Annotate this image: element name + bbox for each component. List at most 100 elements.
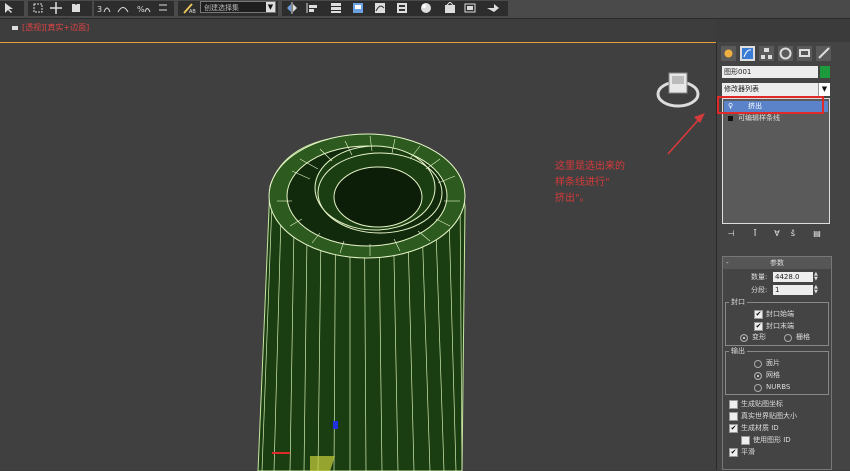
modifier-stack: ♀ 挤出 可编辑样条线 [722, 98, 830, 224]
main-toolbar: 3 % ABC 创建选择集 ▼ [0, 0, 850, 19]
create-icon[interactable] [721, 46, 736, 61]
stack-item-label: 可编辑样条线 [738, 114, 780, 122]
inner-tube-hole [333, 166, 423, 228]
patch-label: 面片 [766, 359, 780, 367]
segments-value: 1 [775, 286, 780, 294]
pin-stack-icon[interactable]: ⊣ [725, 228, 737, 239]
gen-mat-ids-label: 生成材质 ID [741, 424, 779, 432]
scene-canvas [257, 113, 705, 471]
morph-radio[interactable] [740, 334, 748, 342]
hierarchy-icon[interactable] [759, 46, 774, 61]
show-end-result-icon[interactable]: Ī [749, 228, 761, 239]
mesh-radio[interactable] [754, 372, 762, 380]
modifier-list-dropdown[interactable]: 修改器列表 ▼ [722, 83, 830, 96]
cap-start-label: 封口始端 [766, 310, 794, 318]
gen-mapping-label: 生成贴图坐标 [741, 400, 783, 408]
object-name-field[interactable]: 图形001 [722, 66, 818, 78]
render-setup-icon[interactable] [444, 2, 457, 14]
annotation-arrowhead [694, 113, 705, 123]
stack-item-editable-spline[interactable]: 可编辑样条线 [724, 113, 828, 124]
rollout-header[interactable]: - 参数 [723, 257, 831, 269]
stack-buttons: ⊣ Ī ∀ ŝ ▤ [723, 228, 833, 240]
grid-radio[interactable] [784, 334, 792, 342]
command-panel: 图形001 修改器列表 ▼ ♀ 挤出 可编辑样条线 ⊣ Ī ∀ ŝ ▤ - 参数… [716, 42, 850, 470]
grid-label: 栅格 [796, 333, 810, 341]
align-icon[interactable] [306, 2, 319, 14]
viewport-label[interactable]: [透视][真实+边面] [12, 22, 89, 33]
mirror-icon[interactable] [286, 2, 299, 14]
morph-label: 变形 [752, 333, 766, 341]
rollout-title: 参数 [770, 259, 784, 267]
make-unique-icon[interactable]: ∀ [771, 228, 783, 239]
amount-spinner[interactable]: 4428.0 ▲ ▼ [773, 272, 818, 282]
smooth-label: 平滑 [741, 448, 755, 456]
chevron-down-icon: ▼ [266, 2, 275, 12]
svg-text:3: 3 [97, 5, 102, 14]
segments-label: 分段: [751, 286, 768, 294]
segments-spinner[interactable]: 1 ▲ ▼ [773, 285, 818, 295]
capping-title: 封口 [729, 297, 747, 307]
nurbs-label: NURBS [766, 383, 791, 391]
svg-text:%: % [137, 5, 145, 14]
spinner-arrows-icon[interactable]: ▲ ▼ [814, 272, 820, 282]
collapse-icon: - [726, 259, 729, 267]
angle-snap-icon[interactable] [117, 2, 130, 14]
chevron-down-icon: ▼ [818, 83, 830, 96]
viewport-label-strip [0, 19, 716, 41]
mesh-label: 网格 [766, 371, 780, 379]
select-region-icon[interactable] [32, 2, 45, 14]
use-shape-ids-checkbox[interactable] [741, 436, 750, 445]
real-world-label: 真实世界贴图大小 [741, 412, 797, 420]
viewcube-icon[interactable] [655, 67, 701, 111]
output-title: 输出 [729, 346, 747, 356]
named-selection-value: 创建选择集 [204, 4, 239, 12]
object-color-swatch[interactable] [820, 66, 830, 78]
cap-start-checkbox[interactable]: ✔ [754, 310, 763, 319]
viewport-label-text: [透视][真实+边面] [22, 23, 90, 32]
patch-radio[interactable] [754, 360, 762, 368]
parameters-rollout: - 参数 数量: 4428.0 ▲ ▼ 分段: 1 ▲ ▼ 封口 ✔ 封口始端 ✔ … [722, 256, 832, 470]
move-icon[interactable] [50, 2, 63, 14]
configure-sets-icon[interactable]: ▤ [811, 228, 823, 239]
select-arrow-icon[interactable] [3, 2, 16, 14]
amount-label: 数量: [751, 273, 768, 281]
cap-end-label: 封口末端 [766, 322, 794, 330]
nurbs-radio[interactable] [754, 384, 762, 392]
motion-icon[interactable] [778, 46, 793, 61]
capping-group: 封口 ✔ 封口始端 ✔ 封口末端 变形 栅格 [725, 297, 829, 346]
named-selection-dropdown[interactable]: 创建选择集 ▼ [200, 1, 276, 13]
spinner-arrows-icon[interactable]: ▲ ▼ [814, 285, 820, 295]
render-frame-icon[interactable] [464, 2, 477, 14]
utilities-icon[interactable] [816, 46, 831, 61]
percent-snap-icon[interactable]: % [137, 2, 151, 14]
modifier-list-label: 修改器列表 [724, 85, 759, 93]
render-icon[interactable] [486, 2, 499, 14]
gen-mapping-checkbox[interactable] [729, 400, 738, 409]
spinner-snap-icon[interactable] [157, 2, 170, 14]
real-world-checkbox[interactable] [729, 412, 738, 421]
smooth-checkbox[interactable]: ✔ [729, 448, 738, 457]
rotate-icon[interactable] [70, 2, 83, 14]
use-shape-ids-label: 使用图形 ID [753, 436, 791, 444]
annotation-text: 这里是选出来的 样条线进行" 挤出"。 [555, 161, 625, 204]
gizmo-z-axis [333, 421, 338, 429]
annotation-arrow [667, 117, 701, 155]
edit-named-sets-icon[interactable]: ABC [182, 2, 196, 14]
snap-3d-icon[interactable]: 3 [97, 2, 111, 14]
selection-highlight-box [717, 96, 824, 114]
layer-manager-icon[interactable] [330, 2, 343, 14]
graphite-icon[interactable] [352, 2, 365, 14]
expand-icon[interactable] [728, 116, 733, 121]
command-panel-tabs [721, 46, 847, 61]
amount-value: 4428.0 [775, 273, 800, 281]
perspective-viewport[interactable] [0, 42, 716, 471]
cap-end-checkbox[interactable]: ✔ [754, 322, 763, 331]
remove-modifier-icon[interactable]: ŝ [787, 228, 799, 239]
gen-mat-ids-checkbox[interactable]: ✔ [729, 424, 738, 433]
display-icon[interactable] [797, 46, 812, 61]
viewport-menu-icon [12, 25, 18, 30]
modify-icon[interactable] [740, 46, 755, 61]
schematic-icon[interactable] [396, 2, 409, 14]
material-editor-icon[interactable] [420, 2, 433, 14]
curve-editor-icon[interactable] [374, 2, 387, 14]
